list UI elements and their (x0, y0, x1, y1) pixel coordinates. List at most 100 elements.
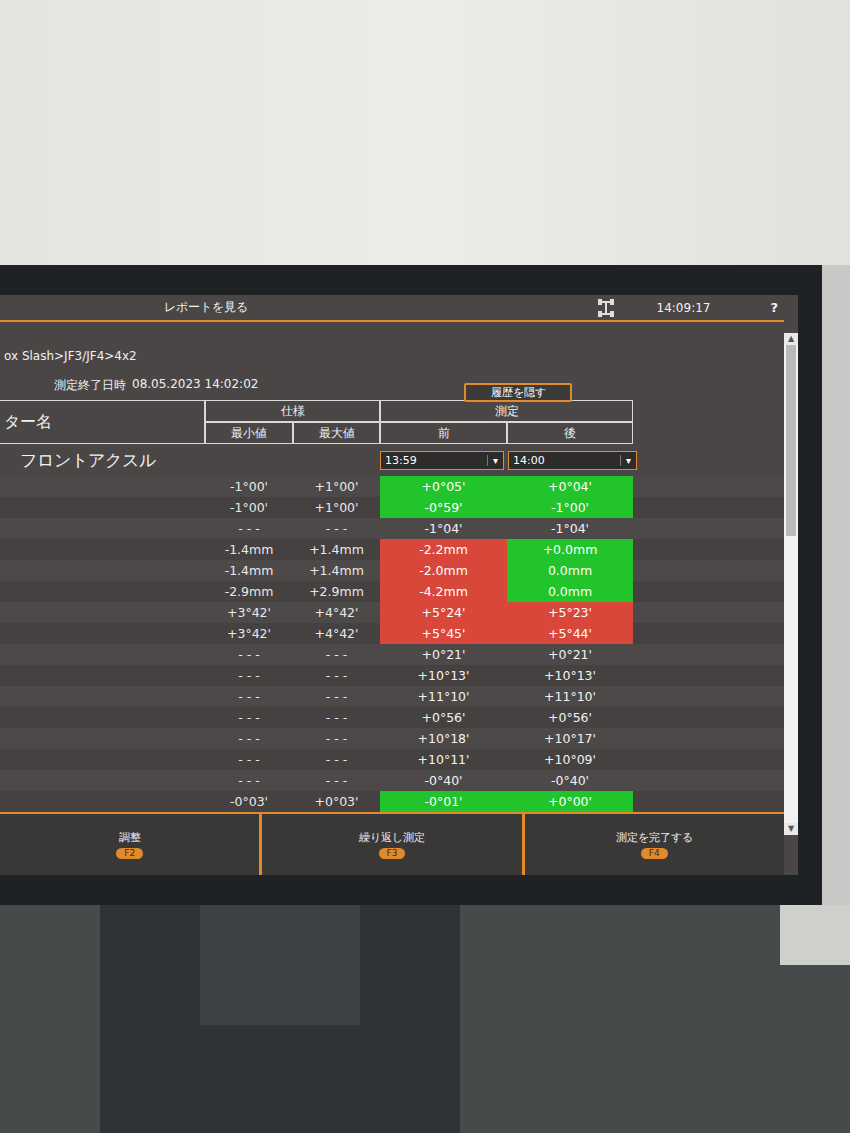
before-value: +0°56' (380, 707, 507, 728)
table-header: ター名仕様測定最小値最大値前後 (0, 400, 784, 444)
row-name (0, 665, 205, 686)
table-body: -1°00'+1°00'+0°05'+0°04'-1°00'+1°00'-0°5… (0, 476, 784, 812)
table-row: -1.4mm+1.4mm-2.0mm0.0mm (0, 560, 784, 581)
table-row: - - -- - --0°40'-0°40' (0, 770, 784, 791)
min-value: - - - (205, 518, 293, 539)
table-row: - - -- - -+10°11'+10°09' (0, 749, 784, 770)
before-value: -2.2mm (380, 539, 507, 560)
clock: 14:09:17 (657, 301, 711, 315)
max-value: - - - (293, 665, 380, 686)
floor (0, 905, 850, 1133)
before-value: -0°01' (380, 791, 507, 812)
min-value: -1°00' (205, 497, 293, 518)
before-header: 前 (380, 422, 507, 444)
row-name (0, 644, 205, 665)
row-name (0, 770, 205, 791)
table-row: -2.9mm+2.9mm-4.2mm0.0mm (0, 581, 784, 602)
time-dropdown[interactable]: 14:00▾ (508, 451, 637, 470)
row-name (0, 686, 205, 707)
footer-button[interactable]: 繰り返し測定F3 (262, 814, 524, 875)
table-row: - - -- - -+10°18'+10°17' (0, 728, 784, 749)
row-blank (633, 476, 784, 497)
section-label: フロントアクスル (0, 449, 380, 472)
wall (0, 0, 850, 265)
measure-header: 測定 (380, 400, 633, 422)
table-row: - - -- - -+11°10'+11°10' (0, 686, 784, 707)
after-value: +11°10' (507, 686, 633, 707)
key-badge: F4 (641, 848, 668, 859)
scrollbar[interactable]: ▲▼ (784, 333, 798, 835)
min-value: -1.4mm (205, 539, 293, 560)
vehicle-icon (595, 298, 617, 318)
before-value: -2.0mm (380, 560, 507, 581)
after-value: +5°23' (507, 602, 633, 623)
background (822, 265, 850, 905)
scroll-thumb[interactable] (786, 345, 796, 536)
monitor: レポートを見る14:09:17?ox Slash>JF3/JF4>4x2測定終了… (0, 265, 822, 905)
help-button[interactable]: ? (770, 300, 778, 315)
min-value: - - - (205, 686, 293, 707)
after-value: +0°21' (507, 644, 633, 665)
footer-button[interactable]: 測定を完了する F4 (525, 814, 784, 875)
stand-neck (200, 905, 360, 1025)
row-name (0, 560, 205, 581)
min-value: - - - (205, 665, 293, 686)
table-row: +3°42'+4°42'+5°24'+5°23' (0, 602, 784, 623)
key-badge: F2 (116, 848, 143, 859)
row-blank (633, 728, 784, 749)
table-row: -1°00'+1°00'+0°05'+0°04' (0, 476, 784, 497)
scroll-up-icon[interactable]: ▲ (784, 333, 798, 345)
min-value: -1.4mm (205, 560, 293, 581)
scroll-down-icon[interactable]: ▼ (784, 823, 798, 835)
row-blank (633, 539, 784, 560)
after-value: 0.0mm (507, 581, 633, 602)
after-value: +0°00' (507, 791, 633, 812)
max-value: - - - (293, 707, 380, 728)
max-value: +2.9mm (293, 581, 380, 602)
hide-history-button[interactable]: 履歴を隠す (464, 383, 572, 402)
row-blank (633, 560, 784, 581)
row-name (0, 791, 205, 812)
table-row: +3°42'+4°42'+5°45'+5°44' (0, 623, 784, 644)
footer-label: 繰り返し測定 (359, 830, 425, 845)
row-name (0, 476, 205, 497)
after-value: -1°00' (507, 497, 633, 518)
row-blank (633, 749, 784, 770)
after-header: 後 (507, 422, 633, 444)
footer-button[interactable]: 調整F2 (0, 814, 262, 875)
min-value: - - - (205, 749, 293, 770)
dropdown-arrow-icon[interactable]: ▾ (620, 455, 636, 466)
row-name (0, 497, 205, 518)
footer-label: 測定を完了する (616, 830, 693, 845)
header-blank (633, 400, 784, 444)
max-value: - - - (293, 770, 380, 791)
before-value: +10°11' (380, 749, 507, 770)
after-value: +0°04' (507, 476, 633, 497)
min-value: +3°42' (205, 602, 293, 623)
row-blank (633, 770, 784, 791)
table-row: - - -- - -+10°13'+10°13' (0, 665, 784, 686)
max-value: +1.4mm (293, 560, 380, 581)
name-header: ター名 (0, 400, 205, 444)
before-value: +5°45' (380, 623, 507, 644)
after-value: +5°44' (507, 623, 633, 644)
after-value: +10°13' (507, 665, 633, 686)
after-value: -0°40' (507, 770, 633, 791)
min-value: +3°42' (205, 623, 293, 644)
dropdown-arrow-icon[interactable]: ▾ (487, 455, 503, 466)
max-value: +1°00' (293, 497, 380, 518)
scroll-track[interactable] (784, 345, 798, 823)
max-value: - - - (293, 518, 380, 539)
after-value: +10°09' (507, 749, 633, 770)
before-value: +11°10' (380, 686, 507, 707)
table-row: - - -- - --1°04'-1°04' (0, 518, 784, 539)
max-value: +4°42' (293, 623, 380, 644)
max-value: - - - (293, 728, 380, 749)
min-value: - - - (205, 644, 293, 665)
time-dropdown[interactable]: 13:59▾ (380, 451, 504, 470)
max-value: +0°03' (293, 791, 380, 812)
after-value: -1°04' (507, 518, 633, 539)
before-value: +0°05' (380, 476, 507, 497)
box (780, 905, 850, 965)
table-row: - - -- - -+0°56'+0°56' (0, 707, 784, 728)
